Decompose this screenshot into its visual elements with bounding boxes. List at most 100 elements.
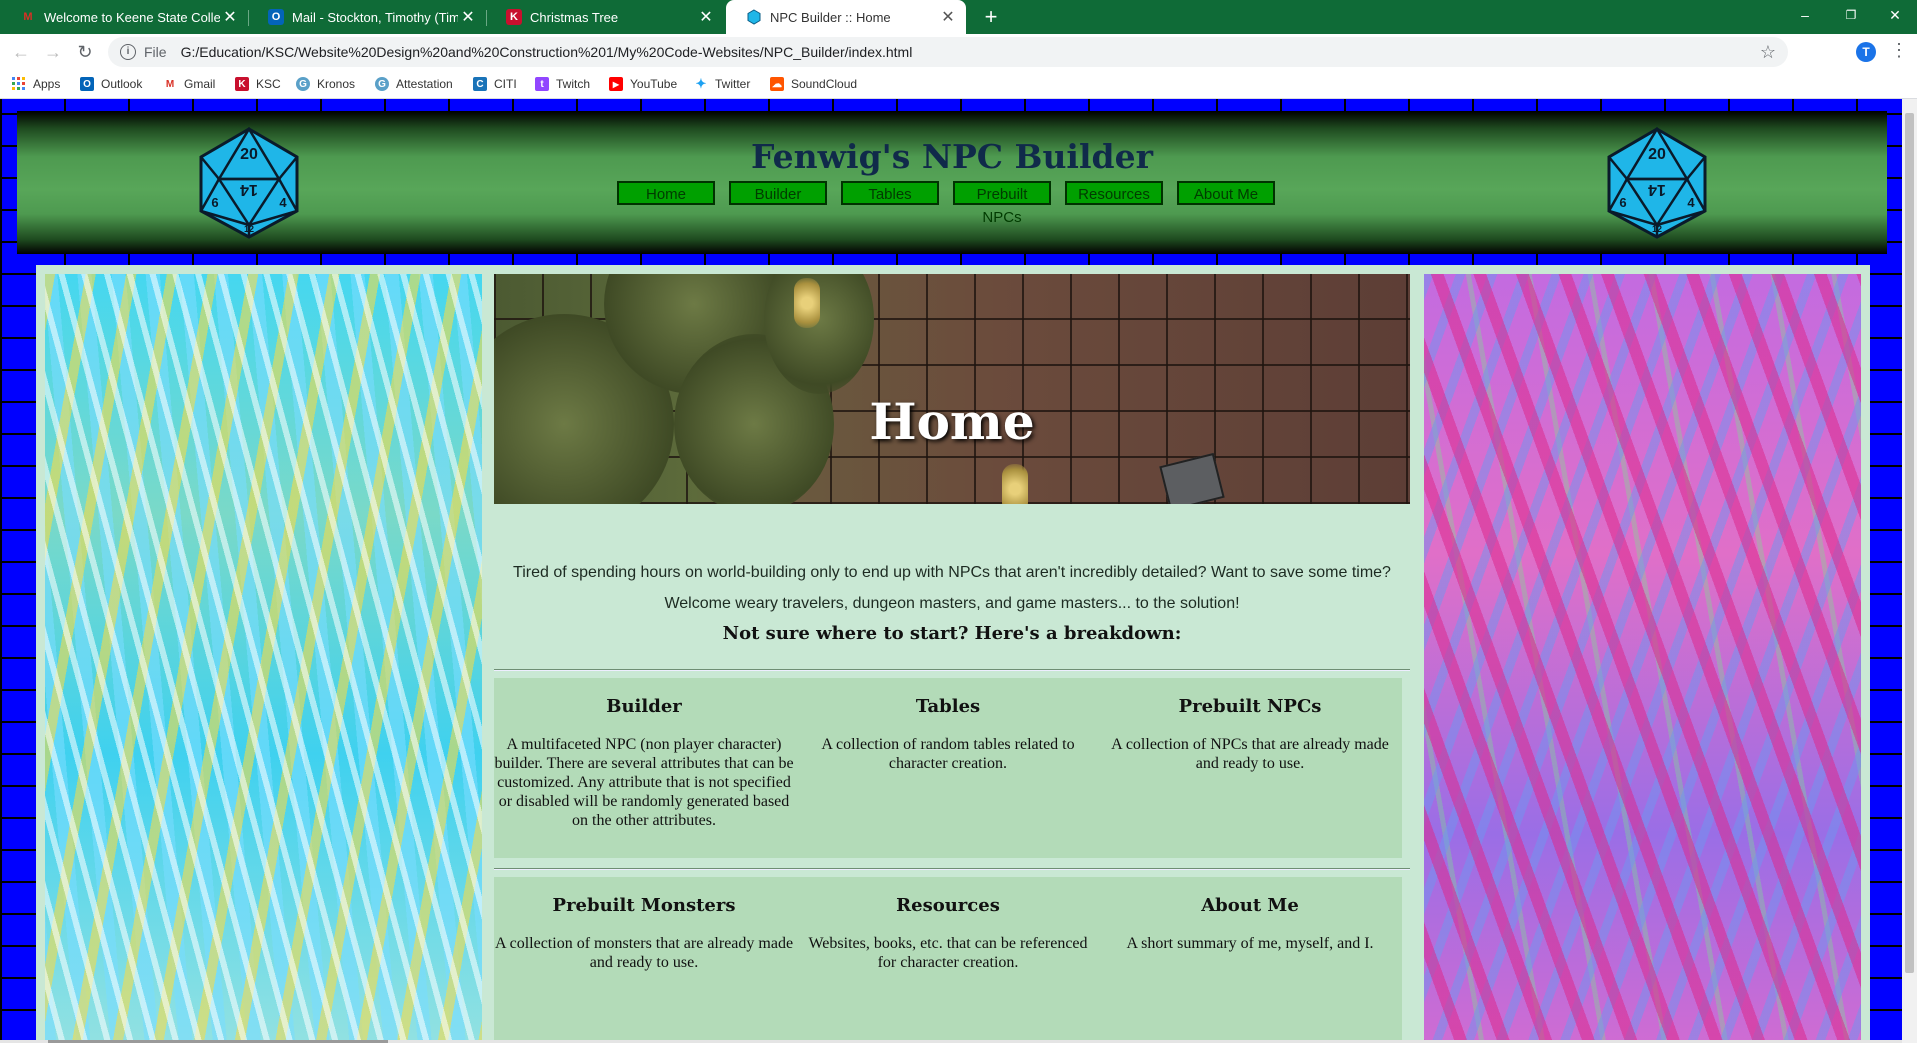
card-title[interactable]: Resources [798, 895, 1098, 916]
youtube-icon: ▶ [609, 77, 623, 91]
card-builder[interactable]: Builder A multifaceted NPC (non player c… [494, 678, 794, 830]
bookmark-kronos[interactable]: G Kronos [296, 74, 355, 94]
bookmark-soundcloud[interactable]: ☁ SoundCloud [770, 74, 857, 94]
scrollbar-thumb[interactable] [1905, 113, 1914, 973]
site-header: 20 14 6 4 12 20 14 6 4 12 Fenwig's NPC B… [17, 111, 1887, 254]
browser-tab-npc-builder[interactable]: NPC Builder :: Home ✕ [726, 0, 966, 34]
close-window-button[interactable]: ✕ [1872, 0, 1917, 30]
bookmark-attestation[interactable]: G Attestation [375, 74, 453, 94]
gmail-icon: M [165, 78, 175, 90]
die-face-center: 14 [240, 181, 258, 198]
card-title[interactable]: About Me [1100, 895, 1400, 916]
bookmark-twitch[interactable]: t Twitch [535, 74, 590, 94]
twitch-icon: t [535, 77, 549, 91]
home-banner: Home [494, 274, 1410, 504]
bookmark-label: Outlook [101, 77, 143, 91]
attestation-icon: G [375, 77, 389, 91]
die-face-left: 6 [211, 195, 218, 210]
intro-text: Tired of spending hours on world-buildin… [494, 564, 1410, 626]
bookmark-citi[interactable]: C CITI [473, 74, 517, 94]
info-icon[interactable]: i [120, 44, 136, 60]
content-frame: Home Tired of spending hours on world-bu… [36, 265, 1870, 1043]
main-content: Home Tired of spending hours on world-bu… [494, 274, 1410, 1043]
bookmark-outlook[interactable]: O Outlook [80, 74, 142, 94]
new-tab-button[interactable]: + [978, 4, 1004, 30]
minimize-button[interactable]: – [1782, 0, 1828, 30]
card-about-me[interactable]: About Me A short summary of me, myself, … [1100, 877, 1400, 953]
reload-icon[interactable]: ↻ [73, 40, 97, 64]
nav-prebuilt-npcs[interactable]: Prebuilt NPCs [953, 181, 1051, 226]
bookmark-label: Attestation [396, 77, 453, 91]
profile-avatar[interactable]: T [1856, 42, 1876, 62]
nav-home[interactable]: Home [617, 181, 715, 205]
card-title[interactable]: Prebuilt NPCs [1100, 696, 1400, 717]
card-text: Websites, books, etc. that can be refere… [808, 935, 1088, 971]
card-row: Builder A multifaceted NPC (non player c… [494, 678, 1402, 858]
bookmark-apps[interactable]: Apps [12, 74, 60, 94]
soundcloud-icon: ☁ [770, 77, 784, 91]
bookmark-gmail[interactable]: M Gmail [163, 74, 216, 94]
main-nav: Home Builder Tables Prebuilt NPCs Resour… [617, 181, 1287, 226]
bookmark-label: SoundCloud [791, 77, 858, 91]
page-title: Home [869, 392, 1035, 451]
card-row: Prebuilt Monsters A collection of monste… [494, 877, 1402, 1043]
page-viewport: 20 14 6 4 12 20 14 6 4 12 Fenwig's NPC B… [0, 99, 1902, 1043]
banner-rock [1159, 452, 1225, 504]
nav-about-me[interactable]: About Me [1177, 181, 1275, 205]
bookmark-twitter[interactable]: ✦ Twitter [694, 74, 751, 94]
banner-flower [794, 278, 820, 328]
globe-icon [746, 9, 762, 25]
restore-button[interactable]: ❐ [1828, 0, 1874, 30]
card-text: A multifaceted NPC (non player character… [494, 736, 794, 829]
card-title[interactable]: Builder [494, 696, 794, 717]
close-icon[interactable]: ✕ [220, 7, 240, 27]
browser-toolbar: ← → ↻ i File G:/Education/KSC/Website%20… [0, 34, 1917, 70]
card-text: A collection of monsters that are alread… [494, 935, 794, 971]
left-decorative-panel [45, 274, 482, 1043]
tab-title: Christmas Tree [530, 9, 619, 25]
banner-flower [1002, 464, 1028, 504]
forward-arrow-icon[interactable]: → [41, 40, 65, 64]
card-tables[interactable]: Tables A collection of random tables rel… [798, 678, 1098, 773]
bookmark-label: Twitter [715, 77, 751, 91]
browser-tab-keene[interactable]: M Welcome to Keene State College ✕ [0, 0, 248, 34]
menu-kebab-icon[interactable]: ⋮ [1890, 40, 1908, 61]
close-icon[interactable]: ✕ [938, 7, 958, 27]
ksc-icon: K [506, 9, 522, 25]
vertical-scrollbar[interactable] [1902, 99, 1917, 1043]
bookmark-label: Kronos [317, 77, 356, 91]
card-title[interactable]: Prebuilt Monsters [494, 895, 794, 916]
bookmark-label: Twitch [556, 77, 591, 91]
intro-line: Tired of spending hours on world-buildin… [513, 564, 1391, 581]
intro-line: Welcome weary travelers, dungeon masters… [664, 595, 1240, 612]
die-face-right: 4 [1687, 195, 1695, 210]
die-face-bottom: 12 [1652, 224, 1662, 234]
browser-tab-mail[interactable]: O Mail - Stockton, Timothy (Timoth ✕ [248, 0, 486, 34]
divider [494, 868, 1410, 870]
address-bar[interactable]: i File G:/Education/KSC/Website%20Design… [108, 37, 1788, 67]
bookmark-youtube[interactable]: ▶ YouTube [609, 74, 677, 94]
card-prebuilt-npcs[interactable]: Prebuilt NPCs A collection of NPCs that … [1100, 678, 1400, 773]
browser-tab-christmas-tree[interactable]: K Christmas Tree ✕ [486, 0, 724, 34]
die-face-bottom: 12 [244, 224, 254, 234]
card-resources[interactable]: Resources Websites, books, etc. that can… [798, 877, 1098, 972]
citi-icon: C [473, 77, 487, 91]
nav-resources[interactable]: Resources [1065, 181, 1163, 205]
nav-builder[interactable]: Builder [729, 181, 827, 205]
tab-title: NPC Builder :: Home [770, 9, 891, 25]
bookmark-star-icon[interactable]: ☆ [1760, 42, 1776, 63]
nav-tables[interactable]: Tables [841, 181, 939, 205]
card-text: A collection of random tables related to… [821, 736, 1075, 772]
card-title[interactable]: Tables [798, 696, 1098, 717]
url-text[interactable]: G:/Education/KSC/Website%20Design%20and%… [181, 44, 913, 60]
bookmark-label: Apps [33, 77, 61, 91]
back-arrow-icon[interactable]: ← [9, 40, 33, 64]
close-icon[interactable]: ✕ [696, 7, 716, 27]
bookmarks-bar: Apps O Outlook M Gmail K KSC G Kronos G … [0, 70, 1917, 99]
bookmark-ksc[interactable]: K KSC [235, 74, 281, 94]
bookmark-label: KSC [256, 77, 281, 91]
card-prebuilt-monsters[interactable]: Prebuilt Monsters A collection of monste… [494, 877, 794, 972]
close-icon[interactable]: ✕ [458, 7, 478, 27]
card-text: A collection of NPCs that are already ma… [1111, 736, 1389, 772]
gmail-icon: M [23, 11, 33, 23]
